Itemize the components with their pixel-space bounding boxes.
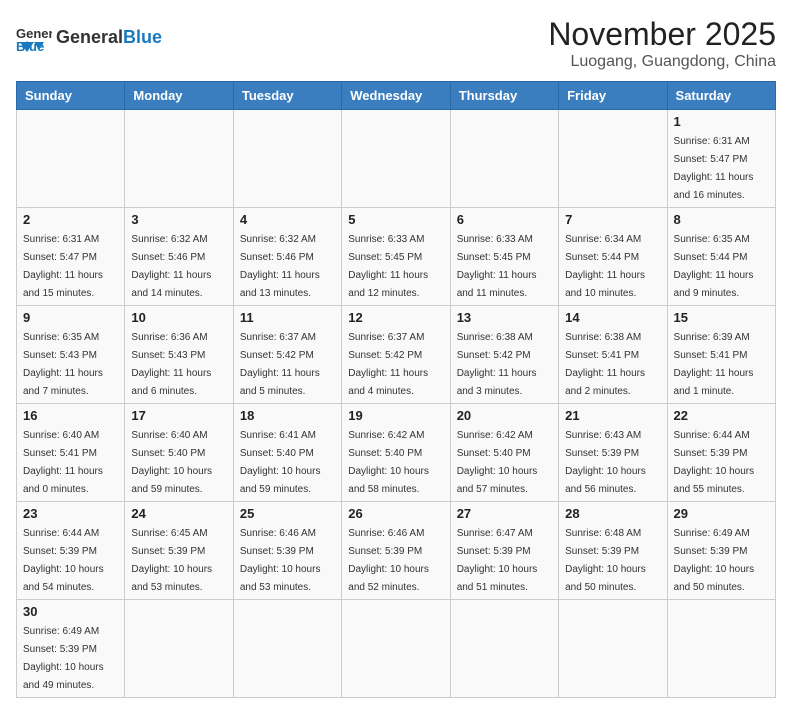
calendar-table: Sunday Monday Tuesday Wednesday Thursday… [16, 81, 776, 698]
empty-cell [450, 110, 558, 208]
header-saturday: Saturday [667, 82, 775, 110]
week-row-4: 16 Sunrise: 6:40 AM Sunset: 5:41 PM Dayl… [17, 404, 776, 502]
week-row-3: 9 Sunrise: 6:35 AM Sunset: 5:43 PM Dayli… [17, 306, 776, 404]
day-26: 26 Sunrise: 6:46 AM Sunset: 5:39 PM Dayl… [342, 502, 450, 600]
day-29: 29 Sunrise: 6:49 AM Sunset: 5:39 PM Dayl… [667, 502, 775, 600]
header-friday: Friday [559, 82, 667, 110]
day-22: 22 Sunrise: 6:44 AM Sunset: 5:39 PM Dayl… [667, 404, 775, 502]
header-monday: Monday [125, 82, 233, 110]
empty-cell [559, 110, 667, 208]
header-sunday: Sunday [17, 82, 125, 110]
week-row-1: 1 Sunrise: 6:31 AM Sunset: 5:47 PM Dayli… [17, 110, 776, 208]
day-1: 1 Sunrise: 6:31 AM Sunset: 5:47 PM Dayli… [667, 110, 775, 208]
day-12: 12 Sunrise: 6:37 AM Sunset: 5:42 PM Dayl… [342, 306, 450, 404]
day-15: 15 Sunrise: 6:39 AM Sunset: 5:41 PM Dayl… [667, 306, 775, 404]
location-title: Luogang, Guangdong, China [548, 53, 776, 71]
empty-cell [559, 600, 667, 698]
day-5: 5 Sunrise: 6:33 AM Sunset: 5:45 PM Dayli… [342, 208, 450, 306]
day-24: 24 Sunrise: 6:45 AM Sunset: 5:39 PM Dayl… [125, 502, 233, 600]
day-4: 4 Sunrise: 6:32 AM Sunset: 5:46 PM Dayli… [233, 208, 341, 306]
month-title: November 2025 [548, 16, 776, 53]
day-9: 9 Sunrise: 6:35 AM Sunset: 5:43 PM Dayli… [17, 306, 125, 404]
empty-cell [17, 110, 125, 208]
day-13: 13 Sunrise: 6:38 AM Sunset: 5:42 PM Dayl… [450, 306, 558, 404]
day-21: 21 Sunrise: 6:43 AM Sunset: 5:39 PM Dayl… [559, 404, 667, 502]
header-tuesday: Tuesday [233, 82, 341, 110]
day-28: 28 Sunrise: 6:48 AM Sunset: 5:39 PM Dayl… [559, 502, 667, 600]
title-area: November 2025 Luogang, Guangdong, China [548, 16, 776, 71]
day-6: 6 Sunrise: 6:33 AM Sunset: 5:45 PM Dayli… [450, 208, 558, 306]
week-row-6: 30 Sunrise: 6:49 AM Sunset: 5:39 PM Dayl… [17, 600, 776, 698]
day-27: 27 Sunrise: 6:47 AM Sunset: 5:39 PM Dayl… [450, 502, 558, 600]
empty-cell [233, 110, 341, 208]
day-7: 7 Sunrise: 6:34 AM Sunset: 5:44 PM Dayli… [559, 208, 667, 306]
empty-cell [125, 110, 233, 208]
day-19: 19 Sunrise: 6:42 AM Sunset: 5:40 PM Dayl… [342, 404, 450, 502]
day-25: 25 Sunrise: 6:46 AM Sunset: 5:39 PM Dayl… [233, 502, 341, 600]
day-8: 8 Sunrise: 6:35 AM Sunset: 5:44 PM Dayli… [667, 208, 775, 306]
header: General Blue GeneralBlue November 2025 L… [16, 16, 776, 71]
day-30: 30 Sunrise: 6:49 AM Sunset: 5:39 PM Dayl… [17, 600, 125, 698]
empty-cell [125, 600, 233, 698]
day-18: 18 Sunrise: 6:41 AM Sunset: 5:40 PM Dayl… [233, 404, 341, 502]
day-10: 10 Sunrise: 6:36 AM Sunset: 5:43 PM Dayl… [125, 306, 233, 404]
week-row-5: 23 Sunrise: 6:44 AM Sunset: 5:39 PM Dayl… [17, 502, 776, 600]
day-2: 2 Sunrise: 6:31 AM Sunset: 5:47 PM Dayli… [17, 208, 125, 306]
header-wednesday: Wednesday [342, 82, 450, 110]
svg-text:Blue: Blue [16, 39, 44, 52]
week-row-2: 2 Sunrise: 6:31 AM Sunset: 5:47 PM Dayli… [17, 208, 776, 306]
day-16: 16 Sunrise: 6:40 AM Sunset: 5:41 PM Dayl… [17, 404, 125, 502]
day-17: 17 Sunrise: 6:40 AM Sunset: 5:40 PM Dayl… [125, 404, 233, 502]
logo-text: GeneralBlue [56, 28, 162, 48]
empty-cell [667, 600, 775, 698]
header-thursday: Thursday [450, 82, 558, 110]
weekday-header-row: Sunday Monday Tuesday Wednesday Thursday… [17, 82, 776, 110]
logo-icon: General Blue [16, 24, 52, 52]
day-11: 11 Sunrise: 6:37 AM Sunset: 5:42 PM Dayl… [233, 306, 341, 404]
empty-cell [342, 600, 450, 698]
day-14: 14 Sunrise: 6:38 AM Sunset: 5:41 PM Dayl… [559, 306, 667, 404]
day-23: 23 Sunrise: 6:44 AM Sunset: 5:39 PM Dayl… [17, 502, 125, 600]
empty-cell [233, 600, 341, 698]
logo: General Blue GeneralBlue [16, 24, 162, 52]
day-20: 20 Sunrise: 6:42 AM Sunset: 5:40 PM Dayl… [450, 404, 558, 502]
empty-cell [450, 600, 558, 698]
empty-cell [342, 110, 450, 208]
day-3: 3 Sunrise: 6:32 AM Sunset: 5:46 PM Dayli… [125, 208, 233, 306]
